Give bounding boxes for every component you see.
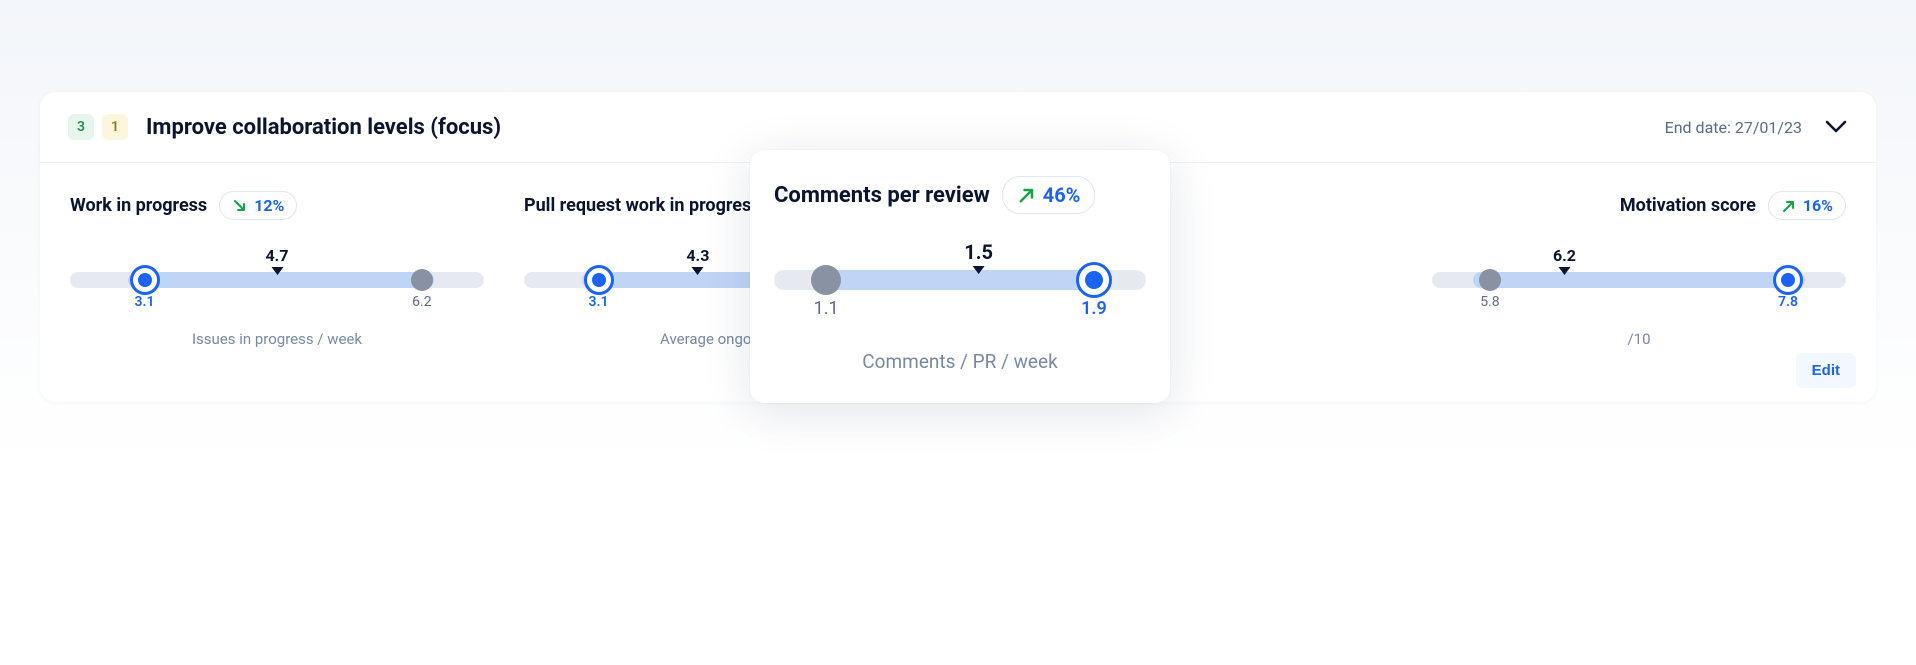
gauge: 6.2 5.8 7.8 [1432,246,1846,300]
chevron-down-icon[interactable] [1824,115,1848,139]
metric-subtitle: /10 [1432,330,1846,348]
arrow-up-right-icon [1017,185,1037,205]
change-pill: 16% [1768,191,1846,220]
gauge-target-dot [411,269,433,291]
gauge-target-dot [1076,262,1112,298]
badge-green: 3 [68,114,94,140]
gauge: 1.5 1.1 1.9 [774,240,1146,310]
gauge-current-dot [584,265,614,295]
metric-subtitle: Issues in progress / week [70,330,484,348]
arrow-up-right-icon [1781,198,1797,214]
gauge-start-dot [811,265,841,295]
metric-work-in-progress: Work in progress 12% 4.7 3.1 [50,191,504,348]
panel-title: Improve collaboration levels (focus) [146,115,501,140]
change-pill: 46% [1002,176,1096,214]
metric-subtitle: Comments / PR / week [774,350,1146,373]
metric-comments-per-review-card[interactable]: Comments per review 46% 1.5 1.1 1.9 Comm… [750,150,1170,403]
edit-button[interactable]: Edit [1796,353,1856,388]
gauge-current-dot [130,265,160,295]
gauge-target-dot [1773,265,1803,295]
gauge: 4.7 3.1 6.2 [70,246,484,300]
arrow-down-right-icon [232,198,248,214]
metric-title: Work in progress [70,195,207,216]
metric-title: Comments per review [774,183,990,208]
badge-yellow: 1 [102,114,128,140]
metric-title: Pull request work in progress [524,195,761,216]
gauge-start-dot [1479,269,1501,291]
change-pill: 12% [219,191,297,220]
metric-title: Motivation score [1620,195,1756,216]
end-date: End date: 27/01/23 [1665,118,1802,137]
metric-motivation: Motivation score 16% 6.2 5.8 [1412,191,1866,348]
